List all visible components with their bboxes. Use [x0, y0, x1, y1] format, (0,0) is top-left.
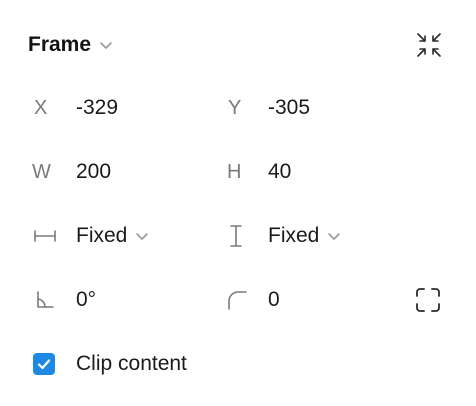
corner-radius-icon — [224, 287, 250, 313]
clip-content-checkbox[interactable] — [33, 353, 55, 375]
chevron-down-icon — [327, 232, 341, 241]
x-value[interactable]: -329 — [76, 93, 118, 123]
horizontal-resizing-value: Fixed — [76, 224, 128, 247]
w-value[interactable]: 200 — [76, 157, 111, 187]
checkmark-icon — [37, 359, 51, 370]
panel-title: Frame — [28, 33, 92, 56]
frame-properties-panel: Frame X -329 Y -305 W 200 H 40 Fixed Fix… — [0, 0, 476, 406]
vertical-resize-icon — [223, 223, 249, 249]
rotation-value[interactable]: 0° — [76, 285, 96, 315]
y-label: Y — [228, 96, 242, 119]
h-value[interactable]: 40 — [268, 157, 291, 187]
chevron-down-icon — [99, 41, 113, 50]
vertical-resizing-dropdown[interactable]: Fixed — [223, 216, 341, 256]
rotation-angle-icon — [32, 287, 58, 313]
corner-radius-value[interactable]: 0 — [268, 285, 280, 315]
clip-content-label: Clip content — [76, 352, 187, 375]
horizontal-resizing-dropdown[interactable]: Fixed — [32, 216, 149, 256]
rotation-field[interactable]: 0° — [32, 280, 96, 320]
width-field[interactable]: W 200 — [32, 152, 111, 192]
vertical-resizing-value: Fixed — [268, 224, 320, 247]
y-position-field[interactable]: Y -305 — [228, 88, 310, 128]
independent-corners-icon[interactable] — [414, 286, 442, 314]
corner-radius-field[interactable]: 0 — [224, 280, 280, 320]
w-label: W — [32, 160, 51, 183]
h-label: H — [227, 160, 242, 183]
y-value[interactable]: -305 — [268, 93, 310, 123]
clip-content-row[interactable]: Clip content — [33, 352, 187, 376]
frame-type-dropdown[interactable]: Frame — [28, 30, 113, 60]
x-position-field[interactable]: X -329 — [34, 88, 118, 128]
x-label: X — [34, 96, 48, 119]
collapse-arrows-icon[interactable] — [414, 30, 444, 60]
chevron-down-icon — [135, 232, 149, 241]
height-field[interactable]: H 40 — [227, 152, 291, 192]
horizontal-resize-icon — [32, 223, 58, 249]
